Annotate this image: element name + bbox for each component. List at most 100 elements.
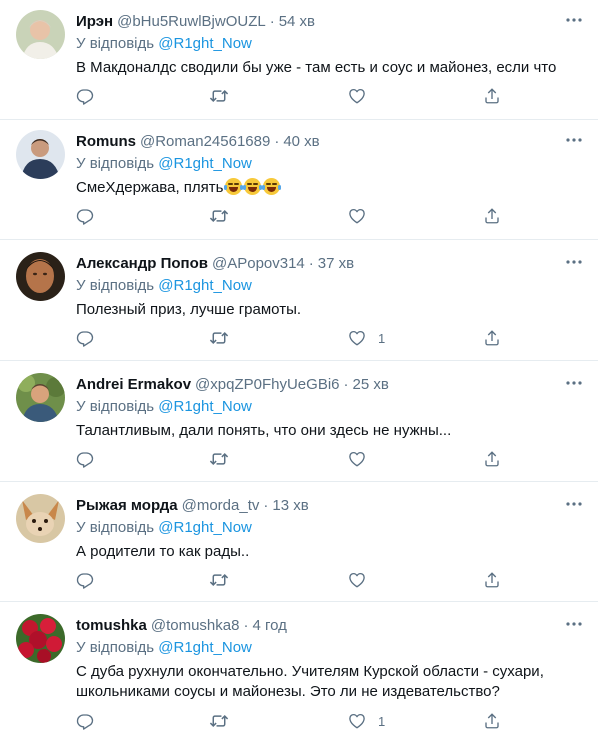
tweet[interactable]: tomushka @tomushka8 · 4 год У відповідь … xyxy=(0,602,598,742)
like-button[interactable]: 1 xyxy=(348,329,385,347)
tweet-text: А родители то как рады.. xyxy=(76,543,250,560)
reply-prefix: У відповідь xyxy=(76,277,155,294)
tweet-actions: 1 xyxy=(76,327,506,349)
reply-mention-link[interactable]: @R1ght_Now xyxy=(158,639,252,656)
retweet-button[interactable] xyxy=(209,712,229,730)
like-count: 1 xyxy=(378,330,386,346)
retweet-button[interactable] xyxy=(209,329,229,347)
retweet-button[interactable] xyxy=(209,207,229,225)
reply-mention-link[interactable]: @R1ght_Now xyxy=(158,35,252,52)
more-options-icon[interactable] xyxy=(564,373,584,393)
reply-icon xyxy=(76,207,94,225)
author-name[interactable]: Александр Попов xyxy=(76,254,208,274)
laughing-tears-emoji-icon xyxy=(262,178,282,195)
author-name[interactable]: Ирэн xyxy=(76,12,113,32)
reply-context: У відповідь @R1ght_Now xyxy=(76,518,582,538)
reply-icon xyxy=(76,571,94,589)
retweet-button[interactable] xyxy=(209,87,229,105)
reply-context: У відповідь @R1ght_Now xyxy=(76,154,582,174)
reply-context: У відповідь @R1ght_Now xyxy=(76,276,582,296)
author-handle[interactable]: @tomushka8 xyxy=(151,616,240,636)
tweet-header: tomushka @tomushka8 · 4 год xyxy=(76,616,582,636)
reply-prefix: У відповідь xyxy=(76,155,155,172)
more-options-icon[interactable] xyxy=(564,130,584,150)
reply-mention-link[interactable]: @R1ght_Now xyxy=(158,398,252,415)
like-button[interactable] xyxy=(348,571,378,589)
tweet[interactable]: Andrei Ermakov @xpqZP0FhyUeGBi6 · 25 хв … xyxy=(0,361,598,482)
reply-mention-link[interactable]: @R1ght_Now xyxy=(158,155,252,172)
more-options-icon[interactable] xyxy=(564,252,584,272)
author-handle[interactable]: @bHu5RuwlBjwOUZL xyxy=(117,12,266,32)
reply-button[interactable] xyxy=(76,712,94,730)
avatar[interactable] xyxy=(16,10,65,59)
tweet-header: Romuns @Roman24561689 · 40 хв xyxy=(76,132,582,152)
reply-button[interactable] xyxy=(76,329,94,347)
tweet-time[interactable]: 4 год xyxy=(252,616,286,636)
reply-button[interactable] xyxy=(76,571,94,589)
tweet[interactable]: Romuns @Roman24561689 · 40 хв У відповід… xyxy=(0,120,598,240)
like-button[interactable] xyxy=(348,450,378,468)
author-name[interactable]: Andrei Ermakov xyxy=(76,375,191,395)
like-count: 1 xyxy=(378,713,386,729)
reply-button[interactable] xyxy=(76,450,94,468)
tweet-time[interactable]: 13 хв xyxy=(272,496,308,516)
avatar[interactable] xyxy=(16,373,65,422)
retweet-button[interactable] xyxy=(209,450,229,468)
avatar[interactable] xyxy=(16,130,65,179)
like-button[interactable] xyxy=(348,87,378,105)
retweet-icon xyxy=(209,87,229,105)
reply-context: У відповідь @R1ght_Now xyxy=(76,397,582,417)
like-button[interactable] xyxy=(348,207,378,225)
tweet-time[interactable]: 25 хв xyxy=(353,375,389,395)
reply-mention-link[interactable]: @R1ght_Now xyxy=(158,277,252,294)
author-handle[interactable]: @xpqZP0FhyUeGBi6 xyxy=(195,375,339,395)
reply-icon xyxy=(76,450,94,468)
separator-dot: · xyxy=(263,497,269,514)
like-icon xyxy=(348,571,366,589)
tweet-time[interactable]: 40 хв xyxy=(283,132,319,152)
reply-mention-link[interactable]: @R1ght_Now xyxy=(158,519,252,536)
reply-button[interactable] xyxy=(76,87,94,105)
reply-feed: Ирэн @bHu5RuwlBjwOUZL · 54 хв У відповід… xyxy=(0,0,598,742)
share-button[interactable] xyxy=(483,329,501,347)
tweet-header: Andrei Ermakov @xpqZP0FhyUeGBi6 · 25 хв xyxy=(76,375,582,395)
tweet-actions xyxy=(76,448,506,470)
more-options-icon[interactable] xyxy=(564,614,584,634)
like-icon xyxy=(348,87,366,105)
separator-dot: · xyxy=(308,255,314,272)
separator-dot: · xyxy=(274,133,280,150)
author-name[interactable]: Рыжая морда xyxy=(76,496,178,516)
more-options-icon[interactable] xyxy=(564,494,584,514)
share-button[interactable] xyxy=(483,450,501,468)
tweet[interactable]: Ирэн @bHu5RuwlBjwOUZL · 54 хв У відповід… xyxy=(0,0,598,120)
share-icon xyxy=(483,329,501,347)
tweet[interactable]: Александр Попов @APopov314 · 37 хв У від… xyxy=(0,240,598,361)
reply-prefix: У відповідь xyxy=(76,398,155,415)
author-handle[interactable]: @Roman24561689 xyxy=(140,132,270,152)
tweet-time[interactable]: 37 хв xyxy=(318,254,354,274)
author-handle[interactable]: @APopov314 xyxy=(212,254,305,274)
share-icon xyxy=(483,712,501,730)
like-button[interactable]: 1 xyxy=(348,712,385,730)
share-button[interactable] xyxy=(483,87,501,105)
tweet[interactable]: Рыжая морда @morda_tv · 13 хв У відповід… xyxy=(0,482,598,602)
author-name[interactable]: tomushka xyxy=(76,616,147,636)
share-button[interactable] xyxy=(483,712,501,730)
author-name[interactable]: Romuns xyxy=(76,132,136,152)
avatar[interactable] xyxy=(16,614,65,663)
avatar[interactable] xyxy=(16,252,65,301)
like-icon xyxy=(348,450,366,468)
more-options-icon[interactable] xyxy=(564,10,584,30)
tweet-header: Ирэн @bHu5RuwlBjwOUZL · 54 хв xyxy=(76,12,582,32)
retweet-button[interactable] xyxy=(209,571,229,589)
tweet-time[interactable]: 54 хв xyxy=(279,12,315,32)
separator-dot: · xyxy=(343,376,349,393)
share-button[interactable] xyxy=(483,207,501,225)
avatar[interactable] xyxy=(16,494,65,543)
tweet-header: Александр Попов @APopov314 · 37 хв xyxy=(76,254,582,274)
author-handle[interactable]: @morda_tv xyxy=(182,496,260,516)
reply-prefix: У відповідь xyxy=(76,35,155,52)
share-button[interactable] xyxy=(483,571,501,589)
tweet-text-body: СмеХдержава, плять xyxy=(76,179,224,196)
reply-button[interactable] xyxy=(76,207,94,225)
